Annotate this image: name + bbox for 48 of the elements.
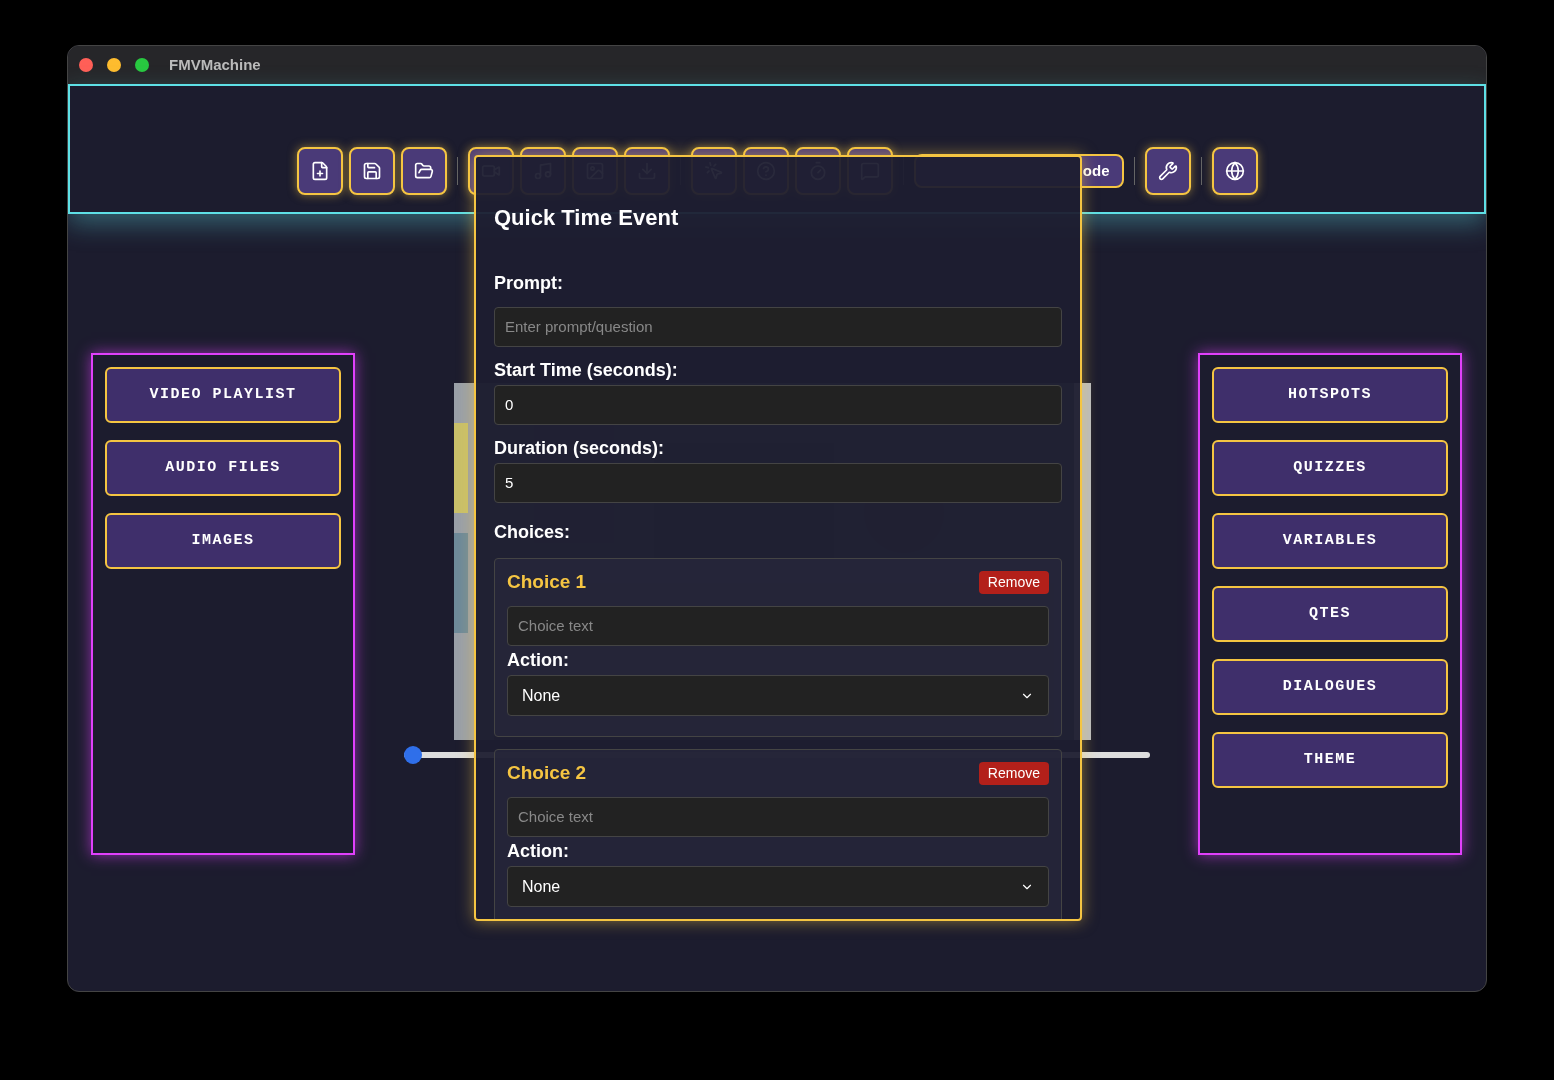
toolbar-button[interactable] (1211, 147, 1258, 195)
field-label: Prompt: (494, 272, 564, 295)
window-title: FMVMachine (169, 54, 261, 75)
choice-title: Choice 2 (507, 760, 587, 785)
globe-icon (1224, 161, 1245, 181)
dialog-title: Quick Time Event (494, 204, 680, 232)
field-value: 0 (505, 394, 514, 415)
field-value: 5 (505, 472, 514, 493)
panel-button[interactable]: VIDEO PLAYLIST (105, 367, 341, 423)
folder-icon (413, 161, 434, 181)
minimize-icon[interactable] (107, 58, 121, 72)
panel-button[interactable]: QUIZZES (1212, 440, 1448, 496)
input-field[interactable]: 0 (494, 385, 1062, 425)
panel-button[interactable]: AUDIO FILES (105, 440, 341, 496)
field-label: Action: (507, 649, 570, 672)
placeholder: Choice text (518, 615, 594, 636)
action-select[interactable]: None (507, 675, 1049, 716)
panel-button[interactable]: VARIABLES (1212, 513, 1448, 569)
panel-button[interactable]: HOTSPOTS (1212, 367, 1448, 423)
input-field[interactable]: 5 (494, 463, 1062, 503)
toolbar-button[interactable] (348, 147, 395, 195)
save-icon (361, 161, 382, 181)
placeholder: Enter prompt/question (505, 316, 653, 337)
select-value: None (522, 685, 561, 706)
slider-thumb[interactable] (404, 746, 422, 764)
field-label: Duration (seconds): (494, 437, 665, 460)
panel-button[interactable]: DIALOGUES (1212, 659, 1448, 715)
wrench-icon (1157, 161, 1178, 181)
input-field[interactable]: Choice text (507, 606, 1049, 646)
input-field[interactable]: Choice text (507, 797, 1049, 837)
close-icon[interactable] (79, 58, 93, 72)
remove-button[interactable]: Remove (978, 761, 1049, 785)
field-label: Start Time (seconds): (494, 359, 679, 382)
panel-button[interactable]: QTES (1212, 586, 1448, 642)
panel-button[interactable]: THEME (1212, 732, 1448, 788)
panel-button[interactable]: IMAGES (105, 513, 341, 569)
section-label: Choices: (494, 521, 572, 544)
select-value: None (522, 876, 561, 897)
placeholder: Choice text (518, 806, 594, 827)
input-field[interactable]: Enter prompt/question (494, 307, 1062, 347)
remove-button[interactable]: Remove (978, 570, 1049, 594)
toolbar-button[interactable] (296, 147, 343, 195)
action-select[interactable]: None (507, 866, 1049, 907)
field-label: Action: (507, 840, 570, 863)
toolbar-button[interactable] (400, 147, 447, 195)
zoom-icon[interactable] (135, 58, 149, 72)
choice-title: Choice 1 (507, 569, 587, 594)
toolbar-button[interactable] (1144, 147, 1191, 195)
